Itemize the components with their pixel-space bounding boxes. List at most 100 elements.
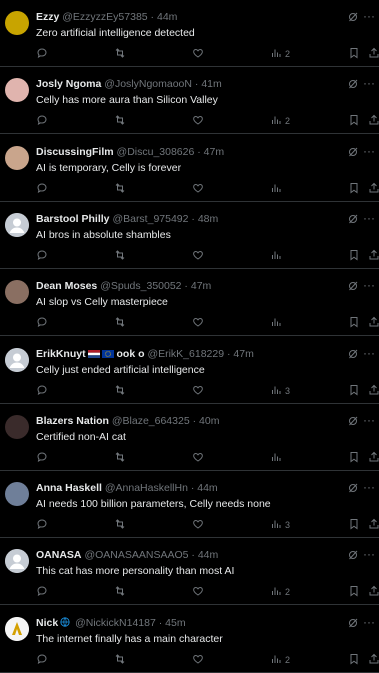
share-button[interactable] — [368, 384, 379, 398]
like-button[interactable] — [192, 249, 204, 263]
bookmark-button[interactable] — [348, 182, 360, 196]
timestamp[interactable]: 47m — [233, 348, 253, 360]
avatar[interactable] — [5, 11, 29, 35]
avatar[interactable] — [5, 78, 29, 103]
grok-icon[interactable] — [347, 616, 359, 630]
like-button[interactable] — [192, 451, 204, 465]
views-button[interactable]: 3 — [270, 518, 290, 532]
bookmark-button[interactable] — [348, 249, 360, 263]
share-button[interactable] — [368, 47, 379, 61]
like-button[interactable] — [192, 47, 204, 61]
bookmark-button[interactable] — [348, 585, 360, 599]
timestamp[interactable]: 41m — [201, 78, 221, 90]
more-icon[interactable]: ··· — [363, 10, 375, 22]
like-button[interactable] — [192, 518, 204, 532]
display-name[interactable]: OANASA — [36, 549, 82, 561]
views-button[interactable]: 3 — [270, 384, 290, 398]
reply-button[interactable] — [36, 114, 48, 128]
share-button[interactable] — [368, 585, 379, 599]
tweet-reply[interactable]: Nick @NickickN14187 · 45m ··· The internet… — [0, 606, 379, 673]
tweet-reply[interactable]: ErikKnuyt ook o @ErikK_618229 · 47m ··· Ce… — [0, 337, 379, 404]
views-button[interactable] — [270, 316, 285, 330]
repost-button[interactable] — [114, 585, 126, 599]
handle[interactable]: @Blaze_664325 — [112, 415, 190, 427]
like-button[interactable] — [192, 653, 204, 667]
repost-button[interactable] — [114, 653, 126, 667]
handle[interactable]: @EzzyzzEy57385 — [62, 11, 147, 23]
bookmark-button[interactable] — [348, 451, 360, 465]
reply-button[interactable] — [36, 249, 48, 263]
tweet-reply[interactable]: Blazers Nation @Blaze_664325 · 40m ··· Cer… — [0, 404, 379, 471]
timestamp[interactable]: 44m — [157, 11, 177, 23]
avatar[interactable] — [5, 482, 29, 507]
views-button[interactable] — [270, 182, 285, 196]
display-name[interactable]: Josly Ngoma — [36, 78, 101, 90]
more-icon[interactable]: ··· — [363, 347, 375, 359]
avatar[interactable] — [5, 347, 29, 372]
handle[interactable]: @NickickN14187 — [75, 617, 156, 629]
timestamp[interactable]: 47m — [191, 280, 211, 292]
timestamp[interactable]: 44m — [198, 549, 218, 561]
bookmark-button[interactable] — [348, 384, 360, 398]
display-name[interactable]: Nick — [36, 617, 58, 629]
grok-icon[interactable] — [347, 212, 359, 226]
views-button[interactable]: 2 — [270, 653, 290, 667]
share-button[interactable] — [368, 316, 379, 330]
timestamp[interactable]: 45m — [165, 617, 185, 629]
share-button[interactable] — [368, 518, 379, 532]
grok-icon[interactable] — [347, 77, 359, 91]
more-icon[interactable]: ··· — [363, 145, 375, 157]
timestamp[interactable]: 47m — [204, 146, 224, 158]
reply-button[interactable] — [36, 384, 48, 398]
repost-button[interactable] — [114, 182, 126, 196]
timestamp[interactable]: 48m — [198, 213, 218, 225]
display-name[interactable]: Dean Moses — [36, 280, 97, 292]
share-button[interactable] — [368, 451, 379, 465]
views-button[interactable] — [270, 249, 285, 263]
handle[interactable]: @OANASAANSAAO5 — [84, 549, 188, 561]
bookmark-button[interactable] — [348, 518, 360, 532]
bookmark-button[interactable] — [348, 47, 360, 61]
grok-icon[interactable] — [347, 145, 359, 159]
display-name[interactable]: Ezzy — [36, 11, 59, 23]
reply-button[interactable] — [36, 451, 48, 465]
handle[interactable]: @JoslyNgomaooN — [104, 78, 192, 90]
share-button[interactable] — [368, 114, 379, 128]
tweet-reply[interactable]: Dean Moses @Spuds_350052 · 47m ··· AI slop… — [0, 269, 379, 337]
avatar[interactable] — [5, 145, 29, 170]
share-button[interactable] — [368, 249, 379, 263]
repost-button[interactable] — [114, 316, 126, 330]
repost-button[interactable] — [114, 114, 126, 128]
like-button[interactable] — [192, 585, 204, 599]
repost-button[interactable] — [114, 384, 126, 398]
views-button[interactable]: 2 — [270, 114, 290, 128]
more-icon[interactable]: ··· — [363, 212, 375, 224]
reply-button[interactable] — [36, 47, 48, 61]
like-button[interactable] — [192, 182, 204, 196]
timestamp[interactable]: 40m — [199, 415, 219, 427]
handle[interactable]: @Barst_975492 — [112, 213, 188, 225]
more-icon[interactable]: ··· — [363, 279, 375, 291]
grok-icon[interactable] — [347, 414, 359, 428]
bookmark-button[interactable] — [348, 114, 360, 128]
avatar[interactable] — [5, 280, 29, 305]
repost-button[interactable] — [114, 451, 126, 465]
handle[interactable]: @Discu_308626 — [117, 146, 195, 158]
more-icon[interactable]: ··· — [363, 548, 375, 560]
display-name[interactable]: Barstool Philly — [36, 213, 110, 225]
reply-button[interactable] — [36, 316, 48, 330]
bookmark-button[interactable] — [348, 653, 360, 667]
tweet-reply[interactable]: Barstool Philly @Barst_975492 · 48m ··· AI… — [0, 202, 379, 269]
display-name[interactable]: Anna Haskell — [36, 482, 102, 494]
bookmark-button[interactable] — [348, 316, 360, 330]
display-name[interactable]: ErikKnuyt — [36, 348, 86, 360]
handle[interactable]: @Spuds_350052 — [100, 280, 181, 292]
handle[interactable]: @AnnaHaskellHn — [105, 482, 188, 494]
like-button[interactable] — [192, 316, 204, 330]
tweet-reply[interactable]: OANASA @OANASAANSAAO5 · 44m ··· This cat h… — [0, 538, 379, 606]
like-button[interactable] — [192, 114, 204, 128]
grok-icon[interactable] — [347, 10, 359, 24]
avatar[interactable] — [5, 414, 29, 439]
repost-button[interactable] — [114, 249, 126, 263]
avatar[interactable] — [5, 212, 29, 237]
